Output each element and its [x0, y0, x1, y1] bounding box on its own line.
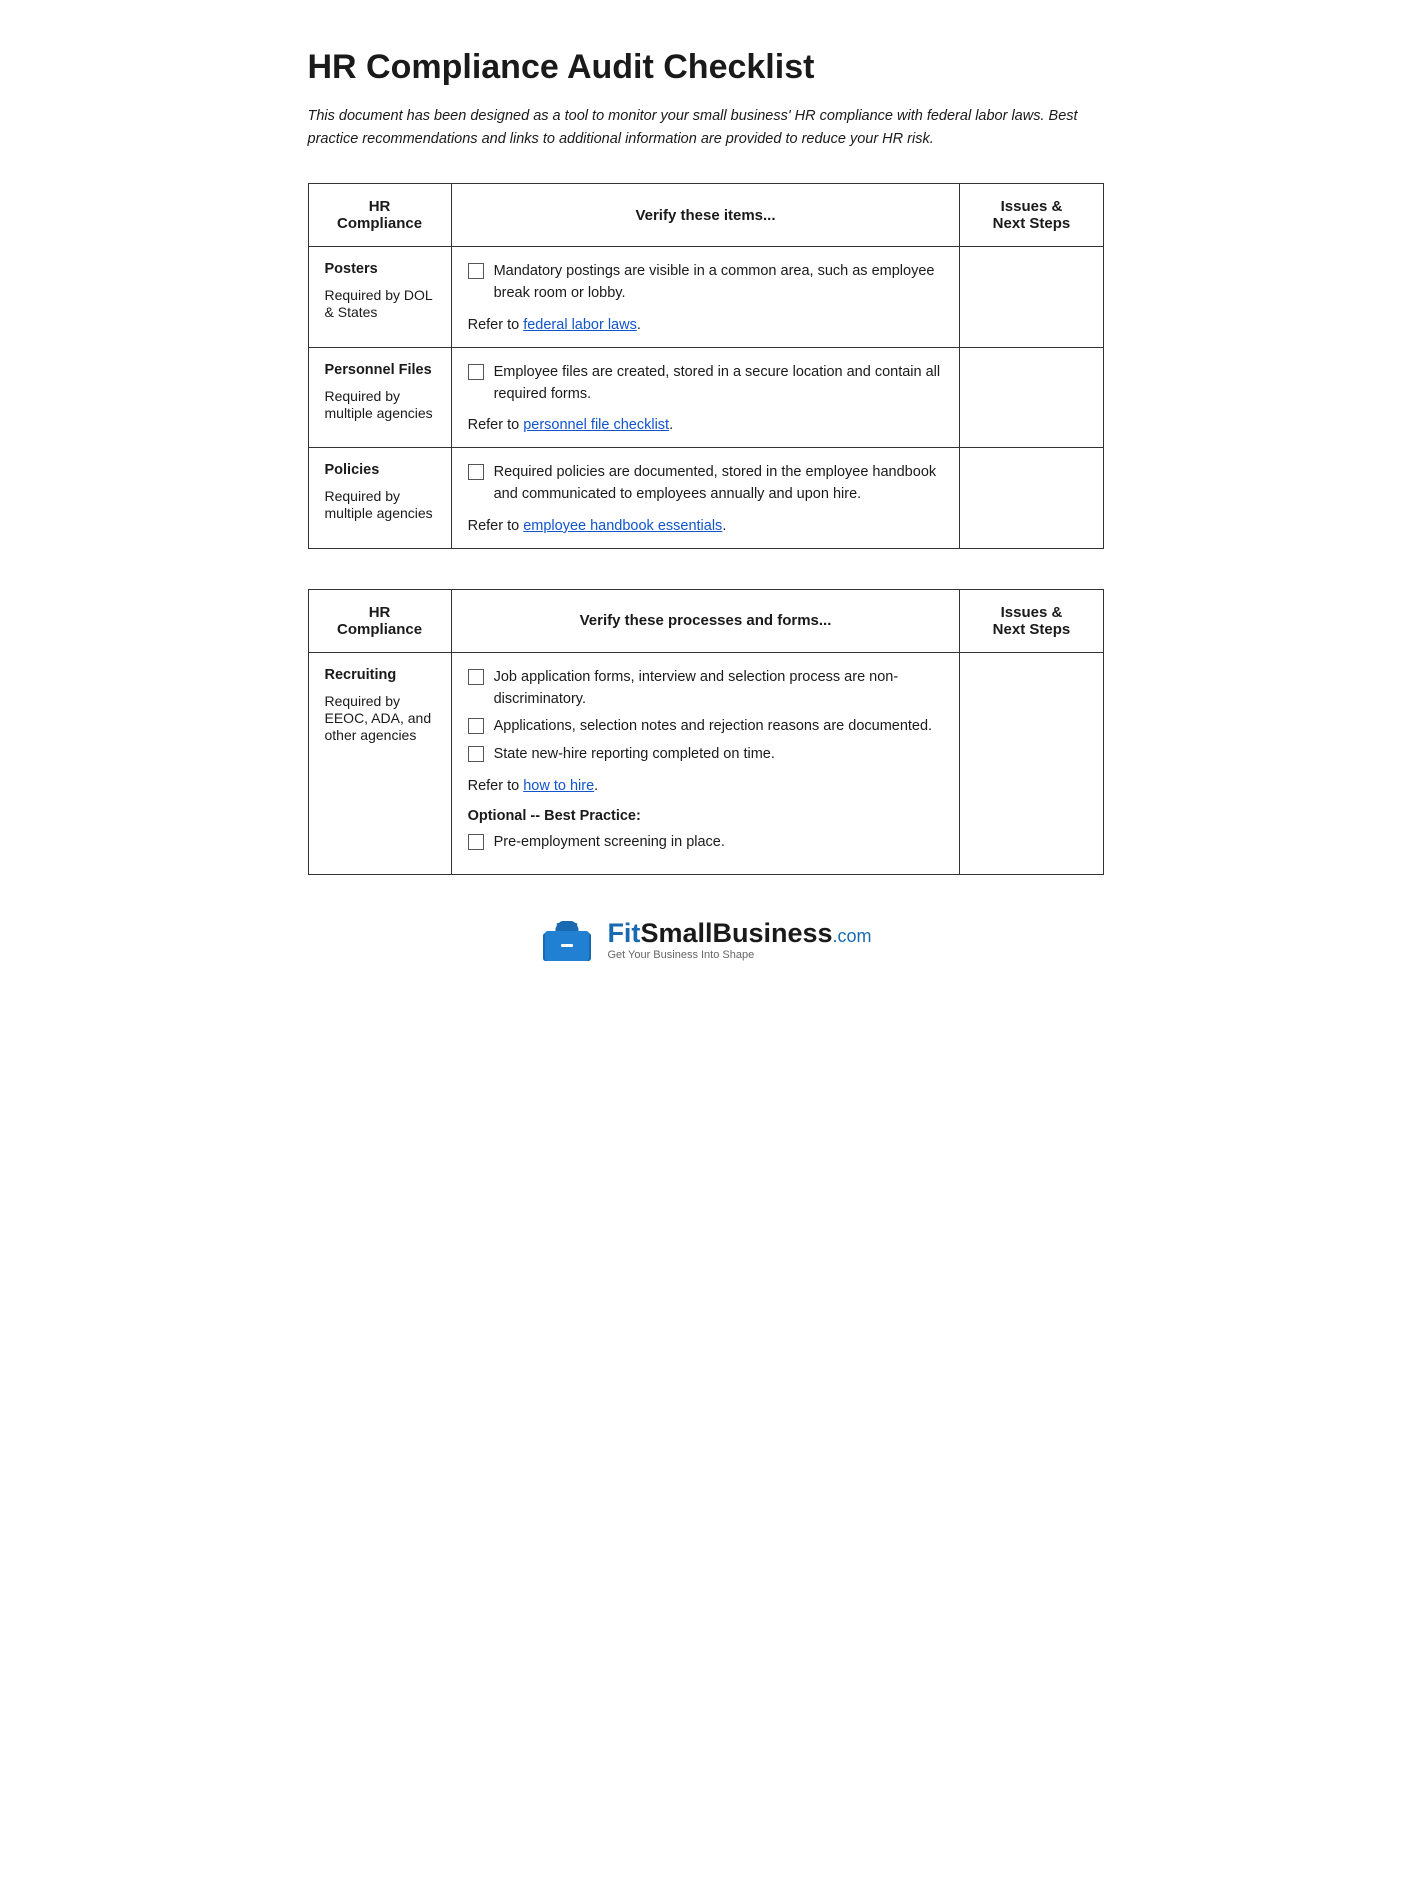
verify-cell-policies: Required policies are documented, stored… — [451, 448, 960, 549]
checkbox-text: Required policies are documented, stored… — [494, 462, 944, 506]
checkbox-item: Employee files are created, stored in a … — [468, 362, 944, 406]
checkbox-item: Applications, selection notes and reject… — [468, 716, 944, 738]
checkbox-text: Pre-employment screening in place. — [494, 832, 725, 854]
compliance-bold-personnel: Personnel Files — [325, 362, 435, 378]
checkbox-item: Required policies are documented, stored… — [468, 462, 944, 506]
logo-container: FitSmallBusiness.com Get Your Business I… — [539, 915, 871, 965]
checkbox-icon[interactable] — [468, 718, 484, 734]
compliance-sub-policies: Required by multiple agencies — [325, 488, 433, 521]
footer: FitSmallBusiness.com Get Your Business I… — [308, 915, 1104, 965]
checkbox-item: Pre-employment screening in place. — [468, 832, 944, 854]
issues-cell-policies — [960, 448, 1103, 549]
federal-labor-laws-link[interactable]: federal labor laws — [523, 317, 637, 333]
compliance-sub-personnel: Required by multiple agencies — [325, 388, 433, 421]
compliance-bold-posters: Posters — [325, 261, 435, 277]
verify-cell-posters: Mandatory postings are visible in a comm… — [451, 247, 960, 348]
how-to-hire-link[interactable]: how to hire — [523, 778, 594, 794]
checkbox-icon[interactable] — [468, 263, 484, 279]
checkbox-item: Mandatory postings are visible in a comm… — [468, 261, 944, 305]
compliance-sub-posters: Required by DOL & States — [325, 287, 433, 320]
page-container: HR Compliance Audit Checklist This docum… — [256, 0, 1156, 1025]
compliance-bold-policies: Policies — [325, 462, 435, 478]
table1-header-verify: Verify these items... — [451, 184, 960, 247]
checkbox-text: Employee files are created, stored in a … — [494, 362, 944, 406]
issues-cell-posters — [960, 247, 1103, 348]
checkbox-icon[interactable] — [468, 746, 484, 762]
checkbox-text: Mandatory postings are visible in a comm… — [494, 261, 944, 305]
refer-text-recruiting: Refer to how to hire. — [468, 778, 944, 794]
logo-brand-text: FitSmallBusiness.com — [607, 918, 871, 949]
checkbox-item: State new-hire reporting completed on ti… — [468, 744, 944, 766]
table2-header-row: HR Compliance Verify these processes and… — [308, 589, 1103, 652]
compliance-cell-personnel: Personnel Files Required by multiple age… — [308, 347, 451, 448]
logo-fit: Fit — [607, 918, 640, 948]
table1-header-compliance: HR Compliance — [308, 184, 451, 247]
logo-tagline: Get Your Business Into Shape — [607, 949, 871, 961]
compliance-sub-recruiting: Required by EEOC, ADA, and other agencie… — [325, 693, 432, 743]
table-row: Posters Required by DOL & States Mandato… — [308, 247, 1103, 348]
employee-handbook-link[interactable]: employee handbook essentials — [523, 518, 722, 534]
checkbox-text: State new-hire reporting completed on ti… — [494, 744, 775, 766]
table-row: Policies Required by multiple agencies R… — [308, 448, 1103, 549]
checkbox-text: Job application forms, interview and sel… — [494, 667, 944, 711]
logo-small-business: SmallBusiness — [640, 918, 832, 948]
checkbox-icon[interactable] — [468, 364, 484, 380]
table2-header-compliance: HR Compliance — [308, 589, 451, 652]
checkbox-icon[interactable] — [468, 464, 484, 480]
logo-text: FitSmallBusiness.com Get Your Business I… — [607, 918, 871, 961]
checkbox-text: Applications, selection notes and reject… — [494, 716, 933, 738]
checklist-table-2: HR Compliance Verify these processes and… — [308, 589, 1104, 875]
table2-header-issues: Issues &Next Steps — [960, 589, 1103, 652]
refer-text-personnel: Refer to personnel file checklist. — [468, 417, 944, 433]
personnel-file-checklist-link[interactable]: personnel file checklist — [523, 417, 669, 433]
refer-text-posters: Refer to federal labor laws. — [468, 317, 944, 333]
table1-header-row: HR Compliance Verify these items... Issu… — [308, 184, 1103, 247]
table2-header-verify: Verify these processes and forms... — [451, 589, 960, 652]
issues-cell-recruiting — [960, 652, 1103, 874]
checkbox-icon[interactable] — [468, 834, 484, 850]
checkbox-item: Job application forms, interview and sel… — [468, 667, 944, 711]
page-title: HR Compliance Audit Checklist — [308, 48, 1104, 87]
fitsmallbusiness-logo-icon — [539, 915, 595, 965]
checklist-table-1: HR Compliance Verify these items... Issu… — [308, 183, 1104, 549]
compliance-cell-recruiting: Recruiting Required by EEOC, ADA, and ot… — [308, 652, 451, 874]
table1-header-issues: Issues &Next Steps — [960, 184, 1103, 247]
best-practice-label: Optional -- Best Practice: — [468, 808, 944, 824]
issues-cell-personnel — [960, 347, 1103, 448]
logo-com: .com — [833, 926, 872, 946]
table-row: Recruiting Required by EEOC, ADA, and ot… — [308, 652, 1103, 874]
compliance-bold-recruiting: Recruiting — [325, 667, 435, 683]
refer-text-policies: Refer to employee handbook essentials. — [468, 518, 944, 534]
compliance-cell-posters: Posters Required by DOL & States — [308, 247, 451, 348]
compliance-cell-policies: Policies Required by multiple agencies — [308, 448, 451, 549]
intro-paragraph: This document has been designed as a too… — [308, 105, 1104, 151]
verify-cell-recruiting: Job application forms, interview and sel… — [451, 652, 960, 874]
verify-cell-personnel: Employee files are created, stored in a … — [451, 347, 960, 448]
checkbox-icon[interactable] — [468, 669, 484, 685]
table-row: Personnel Files Required by multiple age… — [308, 347, 1103, 448]
